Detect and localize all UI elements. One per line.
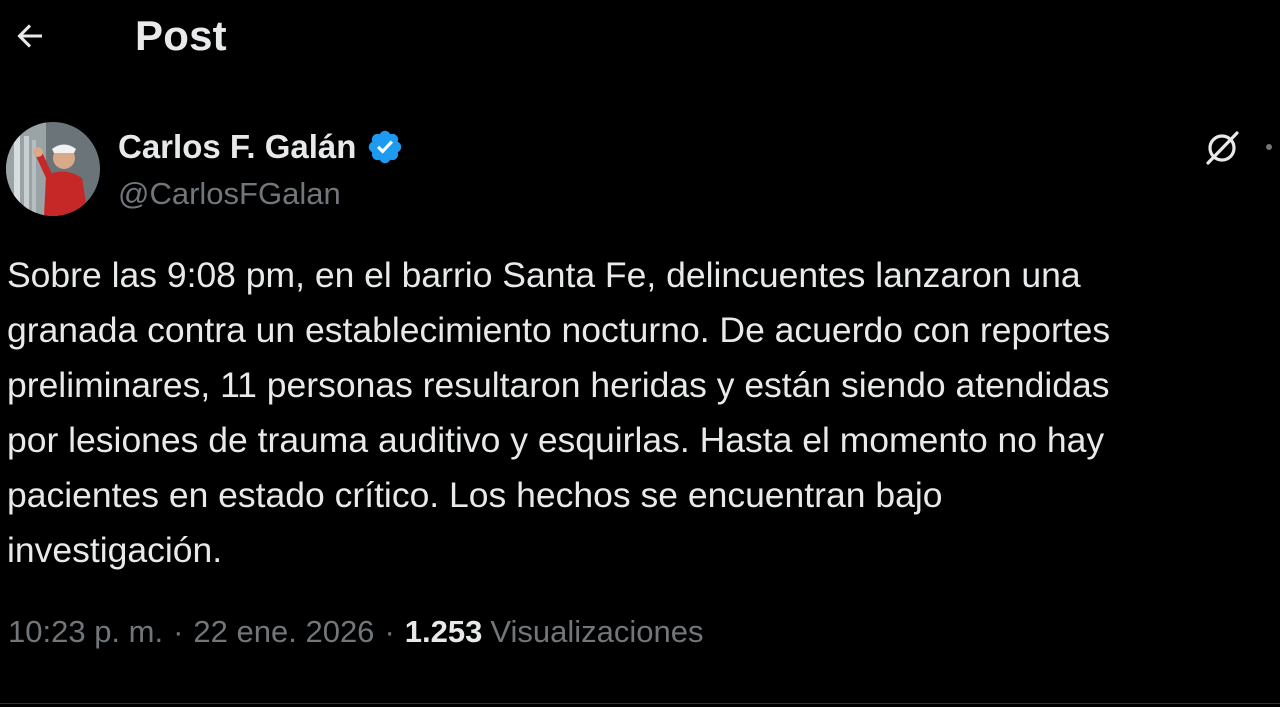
- views-label: Visualizaciones: [490, 614, 704, 649]
- post-date[interactable]: 22 ene. 2026: [193, 614, 374, 650]
- post-text-line: por lesiones de trauma auditivo y esquir…: [7, 420, 1105, 460]
- post-text-line: investigación.: [7, 530, 223, 570]
- meta-separator: ·: [384, 614, 395, 649]
- post-text: Sobre las 9:08 pm, en el barrio Santa Fe…: [7, 248, 1275, 578]
- author-handle[interactable]: @CarlosFGalan: [118, 176, 341, 212]
- avatar-image: [6, 122, 100, 216]
- page-title: Post: [135, 12, 227, 59]
- divider: [0, 703, 1280, 704]
- post-text-line: granada contra un establecimiento noctur…: [7, 310, 1111, 350]
- post-meta: 10:23 p. m. · 22 ene. 2026 · 1.253 Visua…: [8, 614, 703, 650]
- post-header: Post: [0, 0, 1280, 76]
- grok-button[interactable]: [1200, 126, 1244, 170]
- views-count: 1.253: [404, 614, 483, 649]
- grok-icon: [1206, 131, 1239, 165]
- post-text-line: preliminares, 11 personas resultaron her…: [7, 365, 1110, 405]
- avatar[interactable]: [6, 122, 100, 216]
- arrow-left-icon: [17, 24, 42, 48]
- back-button[interactable]: [8, 14, 52, 58]
- post-text-line: pacientes en estado crítico. Los hechos …: [7, 475, 943, 515]
- meta-separator: ·: [173, 614, 184, 649]
- post-text-line: Sobre las 9:08 pm, en el barrio Santa Fe…: [7, 255, 1081, 295]
- more-icon[interactable]: [1266, 144, 1272, 150]
- post-time[interactable]: 10:23 p. m.: [8, 614, 163, 650]
- post-author: Carlos F. Galán @CarlosFGalan: [6, 122, 1206, 222]
- display-name-row: Carlos F. Galán: [118, 128, 404, 166]
- post-page: Post Carlos F. Galán @CarlosFGalan Sobre…: [0, 0, 1280, 707]
- display-name[interactable]: Carlos F. Galán: [118, 128, 356, 166]
- verified-badge-icon[interactable]: [366, 128, 404, 166]
